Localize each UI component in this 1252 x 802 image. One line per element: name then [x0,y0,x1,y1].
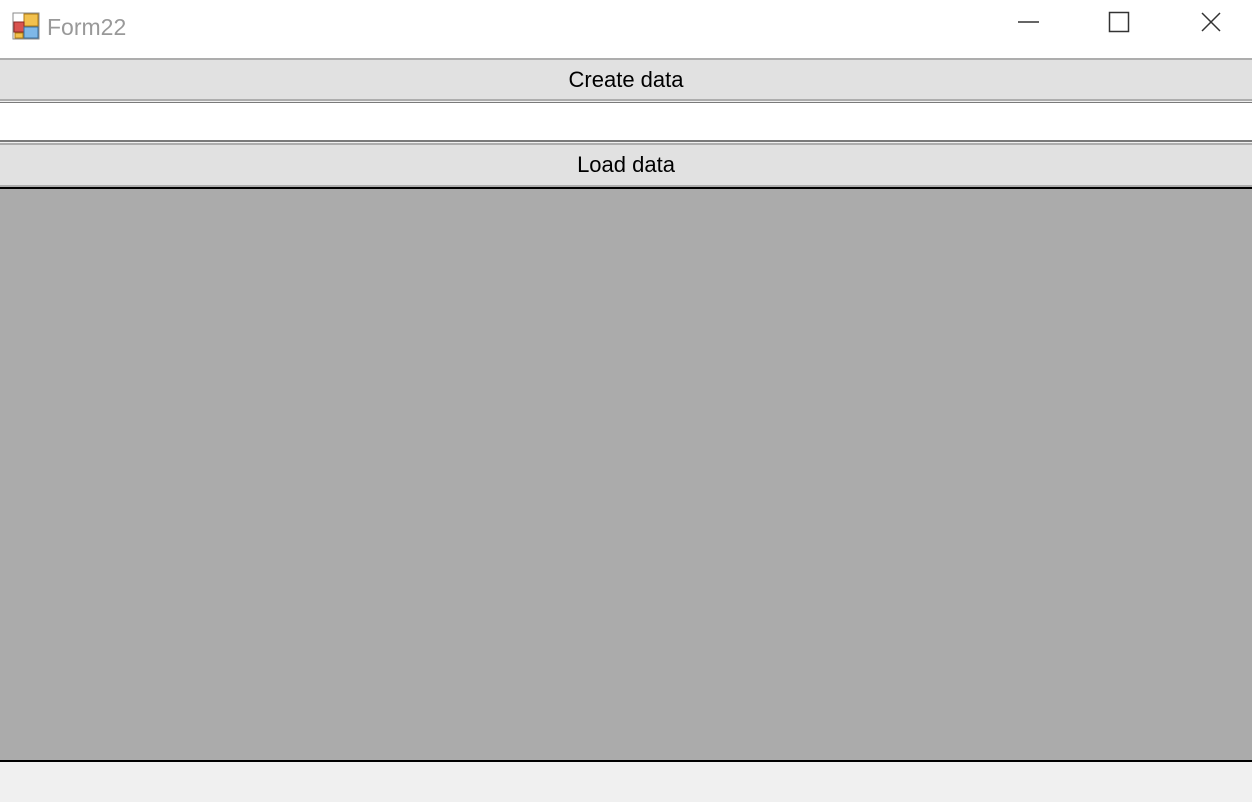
minimize-icon [1017,10,1041,39]
close-icon [1199,10,1223,39]
form-window: Form22 Create data Load data [0,0,1252,802]
minimize-button[interactable] [984,0,1074,48]
window-title: Form22 [47,14,127,40]
close-button[interactable] [1166,0,1252,48]
maximize-icon [1107,10,1131,39]
load-data-button[interactable]: Load data [0,143,1252,187]
create-data-button[interactable]: Create data [0,58,1252,101]
data-input-field[interactable] [0,102,1252,142]
data-grid[interactable] [0,187,1252,762]
form-bottom-area [0,762,1252,802]
title-bar[interactable]: Form22 [0,0,1252,58]
maximize-button[interactable] [1074,0,1164,48]
form-app-icon [12,12,40,40]
